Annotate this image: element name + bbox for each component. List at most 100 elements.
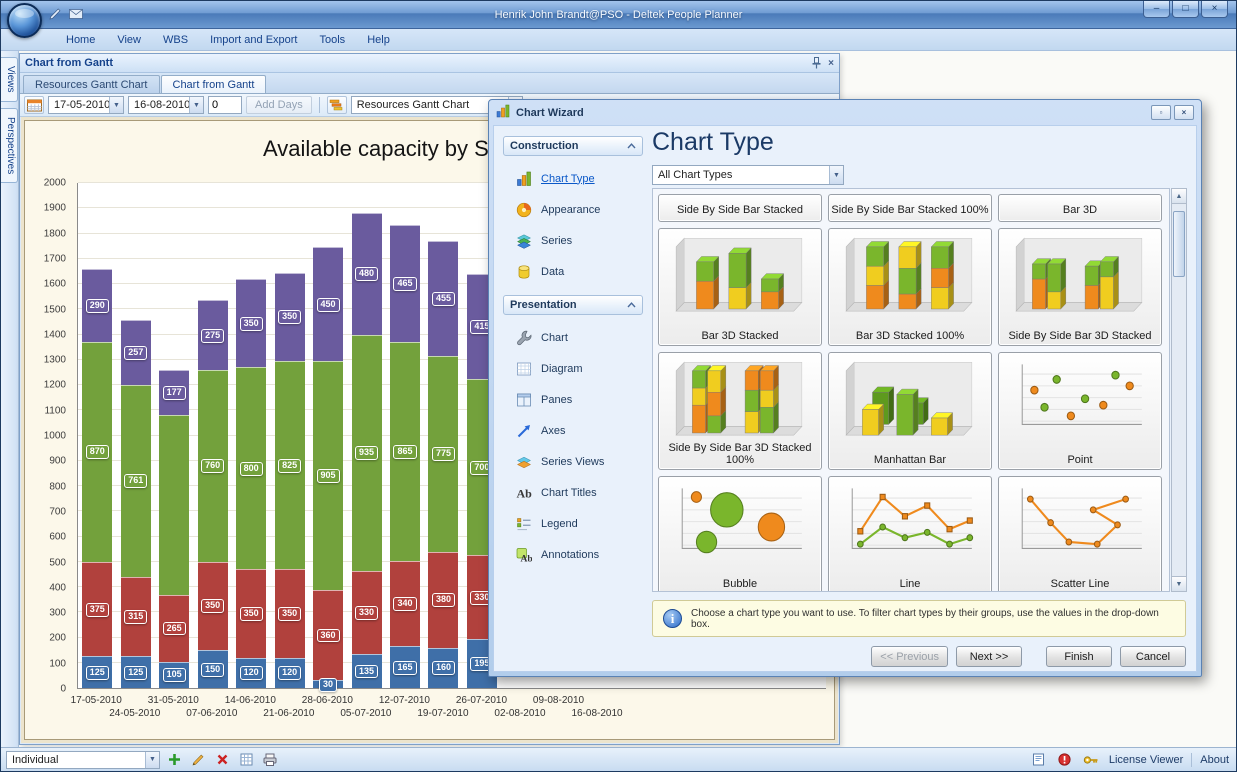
nav-item-appearance[interactable]: Appearance [516,194,643,225]
chart-type-bar-3d-stacked[interactable]: Bar 3D Stacked [658,228,822,346]
tab-chart-from-gantt[interactable]: Chart from Gantt [161,75,267,93]
scrollbar[interactable]: ▲ ▼ [1171,188,1187,592]
chart-icon [516,330,532,346]
nav-item-data[interactable]: Data [516,256,643,287]
side-tab-views[interactable]: Views [1,57,18,102]
alert-icon[interactable] [1055,750,1075,769]
bar-stack: 30360905450 [313,183,343,688]
previous-button[interactable]: << Previous [871,646,948,667]
nav-item-series-views[interactable]: Series Views [516,446,643,477]
chart-type-bar-3d-stacked-100[interactable]: Bar 3D Stacked 100% [828,228,992,346]
add-days-button[interactable]: Add Days [246,96,312,114]
titlebar[interactable]: Henrik John Brandt@PSO - Deltek People P… [1,1,1236,29]
chart-type-line[interactable]: Line [828,476,992,592]
nav-item-axes[interactable]: Axes [516,415,643,446]
side-tab-perspectives[interactable]: Perspectives [1,108,18,183]
y-tick-label: 800 [49,481,66,492]
info-bar: i Choose a chart type you want to use. T… [652,600,1186,637]
date-from-picker[interactable]: 17-05-2010▼ [48,96,124,114]
y-tick-label: 2000 [44,178,66,189]
dialog-titlebar[interactable]: Chart Wizard ▫ × [489,100,1201,125]
nav-item-diagram[interactable]: Diagram [516,353,643,384]
menu-home[interactable]: Home [55,31,106,49]
bar-value-label: 865 [393,445,416,459]
chart-type-side-by-side-bar-stacked[interactable]: Side By Side Bar Stacked [658,194,822,222]
menu-view[interactable]: View [106,31,152,49]
chart-type-manhattan-bar[interactable]: Manhattan Bar [828,352,992,470]
grid-icon[interactable] [236,750,256,769]
bar-value-label: 160 [432,661,455,675]
chart-type-bar-3d[interactable]: Bar 3D [998,194,1162,222]
nav-item-legend[interactable]: Legend [516,508,643,539]
calendar-icon[interactable] [24,96,44,114]
appearance-icon [516,202,532,218]
chart-titles-icon: Ab [516,485,532,501]
nav-item-series[interactable]: Series [516,225,643,256]
x-tick-label: 05-07-2010 [340,708,391,719]
pin-icon[interactable] [812,57,821,69]
chart-type-label: Side By Side Bar 3D Stacked 100% [661,442,819,466]
bar-value-label: 290 [86,299,109,313]
statusbar-right: License Viewer About [1029,750,1231,769]
add-icon[interactable] [164,750,184,769]
close-button[interactable]: × [1201,1,1228,18]
menu-help[interactable]: Help [356,31,401,49]
days-input[interactable] [208,96,242,114]
y-tick-label: 400 [49,582,66,593]
bar-segment: 350 [275,569,305,657]
finish-button[interactable]: Finish [1046,646,1112,667]
nav-item-chart-titles[interactable]: AbChart Titles [516,477,643,508]
nav-group-construction[interactable]: Construction [503,136,643,156]
nav-item-panes[interactable]: Panes [516,384,643,415]
delete-icon[interactable] [212,750,232,769]
gantt-chart-icon[interactable] [327,96,347,114]
chart-type-scatter-line[interactable]: Scatter Line [998,476,1162,592]
chart-type-point[interactable]: Point [998,352,1162,470]
bar-segment: 480 [352,213,382,334]
bar-segment: 760 [198,370,228,562]
chevron-down-icon[interactable]: ▼ [829,166,843,184]
nav-item-chart[interactable]: Chart [516,322,643,353]
menu-tools[interactable]: Tools [309,31,357,49]
chart-type-side-by-side-bar-stacked-100[interactable]: Side By Side Bar Stacked 100% [828,194,992,222]
chart-type-filter[interactable]: All Chart Types▼ [652,165,844,185]
bar-segment: 935 [352,335,382,571]
dialog-restore-button[interactable]: ▫ [1151,105,1171,120]
dialog-buttons: << Previous Next >> Finish Cancel [871,646,1186,667]
date-from-value: 17-05-2010 [49,99,109,111]
nav-item-label: Annotations [541,549,599,561]
dialog-close-button[interactable]: × [1174,105,1194,120]
app-orb-button[interactable] [7,3,42,38]
chart-type-label: Manhattan Bar [831,454,989,466]
chevron-down-icon[interactable]: ▼ [109,97,123,113]
cancel-button[interactable]: Cancel [1120,646,1186,667]
key-icon[interactable] [1081,750,1101,769]
license-viewer-link[interactable]: License Viewer [1107,754,1185,766]
about-link[interactable]: About [1198,754,1231,766]
menu-import-and-export[interactable]: Import and Export [199,31,308,49]
mode-selector[interactable]: Individual▼ [6,751,160,769]
nav-item-annotations[interactable]: AbAnnotations [516,539,643,570]
chart-type-bubble[interactable]: Bubble [658,476,822,592]
date-to-picker[interactable]: 16-08-2010▼ [128,96,204,114]
minimize-button[interactable]: – [1143,1,1170,18]
panel-close-icon[interactable]: × [828,58,834,69]
scroll-down-arrow[interactable]: ▼ [1172,576,1186,591]
chevron-down-icon[interactable]: ▼ [145,752,159,768]
print-icon[interactable] [260,750,280,769]
report-icon[interactable] [1029,750,1049,769]
scroll-thumb[interactable] [1173,211,1185,277]
menu-wbs[interactable]: WBS [152,31,199,49]
edit-icon[interactable] [188,750,208,769]
chart-type-side-by-side-bar-3d-stacked[interactable]: Side By Side Bar 3D Stacked [998,228,1162,346]
chevron-down-icon[interactable]: ▼ [189,97,203,113]
y-tick-label: 300 [49,608,66,619]
bar-segment: 315 [121,577,151,657]
maximize-button[interactable]: □ [1172,1,1199,18]
nav-item-chart-type[interactable]: Chart Type [516,163,643,194]
tab-resources-gantt-chart[interactable]: Resources Gantt Chart [23,75,160,93]
nav-group-presentation[interactable]: Presentation [503,295,643,315]
next-button[interactable]: Next >> [956,646,1022,667]
scroll-up-arrow[interactable]: ▲ [1172,189,1186,204]
chart-type-side-by-side-bar-3d-stacked-100[interactable]: Side By Side Bar 3D Stacked 100% [658,352,822,470]
